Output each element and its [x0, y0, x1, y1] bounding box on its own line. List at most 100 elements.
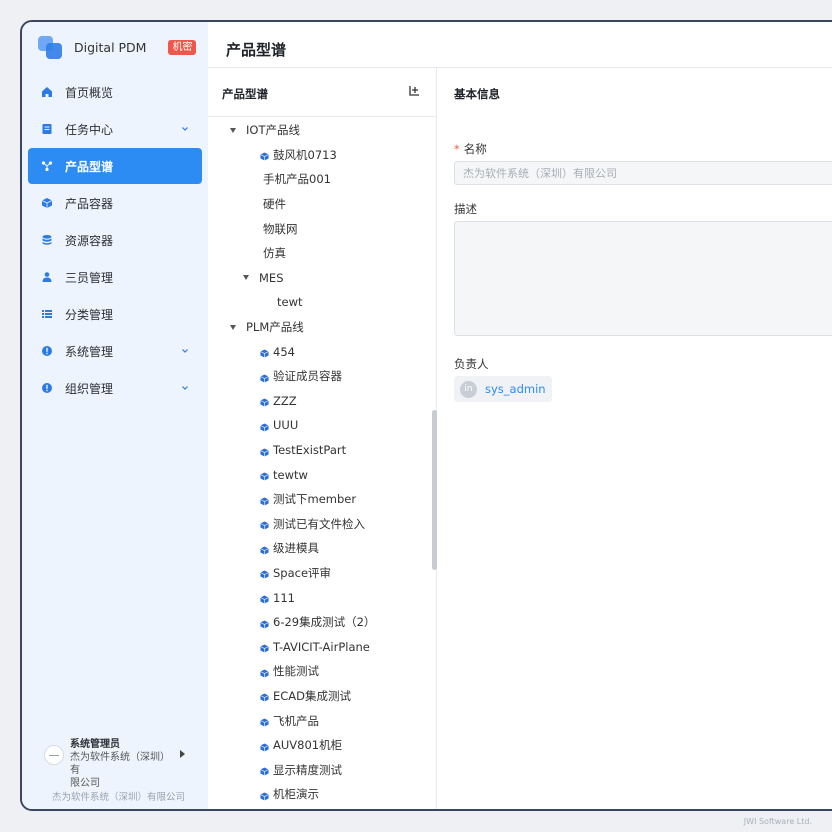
- sidebar-item-5[interactable]: 三员管理: [28, 259, 202, 295]
- chevron-down-icon[interactable]: [180, 345, 190, 355]
- sidebar-item-1[interactable]: 任务中心: [28, 111, 202, 147]
- sidebar-item-label: 首页概览: [65, 85, 114, 100]
- tree-node[interactable]: tewtw: [208, 462, 432, 487]
- sidebar-item-2[interactable]: 产品型谱: [28, 148, 202, 184]
- tree-node[interactable]: 测试已有文件检入: [208, 512, 432, 537]
- required-mark: *: [454, 142, 460, 156]
- tree-node[interactable]: TestExistPart: [208, 438, 432, 463]
- database-icon: [41, 234, 53, 246]
- info-icon: [41, 382, 53, 394]
- product-spectrum-icon: [41, 160, 53, 172]
- tree-node[interactable]: 仿真: [208, 241, 432, 266]
- sidebar-item-label: 任务中心: [65, 122, 114, 137]
- tree-node[interactable]: MES: [208, 266, 432, 291]
- tree-node[interactable]: 鼓风机0713: [208, 143, 432, 168]
- cube-icon: [260, 544, 269, 555]
- tree-node[interactable]: 硬件: [208, 192, 432, 217]
- tree-node[interactable]: 性能测试: [208, 659, 432, 684]
- add-node-icon[interactable]: [407, 84, 421, 98]
- caret-down-icon[interactable]: [230, 324, 236, 330]
- tree-node[interactable]: PLM产品线: [208, 315, 432, 340]
- tree-node-label: 454: [273, 344, 295, 359]
- tree-node[interactable]: AUV801机柜: [208, 733, 432, 758]
- cube-icon: [260, 446, 269, 457]
- tree-node[interactable]: 手机产品001: [208, 167, 432, 192]
- sidebar-item-label: 组织管理: [65, 381, 114, 396]
- user-company: 杰为软件系统（深圳）有: [70, 752, 170, 776]
- tree-node[interactable]: 验证成员容器: [208, 364, 432, 389]
- cube-icon: [260, 716, 269, 727]
- tree-node-label: 111: [273, 590, 295, 605]
- description-field[interactable]: [454, 221, 832, 336]
- info-panel-title: 基本信息: [454, 87, 500, 101]
- tree-node-label: TestExistPart: [273, 443, 347, 458]
- caret-right-icon[interactable]: [180, 750, 185, 758]
- tree-node[interactable]: tewt: [208, 290, 432, 315]
- sidebar-item-6[interactable]: 分类管理: [28, 296, 202, 332]
- cube-icon: [260, 347, 269, 358]
- sidebar-item-label: 分类管理: [65, 307, 114, 322]
- tree-node[interactable]: 级进模具: [208, 536, 432, 561]
- tree-node-label: 物联网: [263, 221, 298, 236]
- sidebar-nav: 首页概览任务中心产品型谱产品容器资源容器三员管理分类管理系统管理组织管理: [22, 74, 208, 406]
- caret-down-icon[interactable]: [243, 275, 249, 281]
- cube-icon: [260, 765, 269, 776]
- brand: Digital PDM 机密: [22, 22, 208, 72]
- owner-label: 负责人: [454, 357, 489, 371]
- tree-node-label: T-AVICIT-AirPlane: [273, 639, 370, 654]
- name-field[interactable]: [454, 161, 832, 185]
- tree-node[interactable]: 测试下member: [208, 487, 432, 512]
- owner-name[interactable]: sys_admin: [485, 382, 546, 396]
- avatar: [44, 745, 64, 765]
- user-profile[interactable]: 系统管理员 杰为软件系统（深圳）有 限公司: [44, 738, 194, 790]
- sidebar-item-label: 系统管理: [65, 344, 114, 359]
- tree-node-label: 测试已有文件检入: [273, 516, 365, 531]
- user-name: 系统管理员: [70, 739, 120, 750]
- sidebar-item-4[interactable]: 资源容器: [28, 222, 202, 258]
- main-content: 产品型谱 产品型谱 IOT产品线 鼓风机0713 手机产品001 硬件 物联网 仿真 MES…: [208, 22, 832, 809]
- sidebar-item-7[interactable]: 系统管理: [28, 333, 202, 369]
- list-icon: [41, 308, 53, 320]
- info-panel: 基本信息 *名称 描述 负责人 in sys_admin: [438, 68, 832, 809]
- name-label: * 名称: [454, 142, 487, 156]
- tree-node-label: Space评审: [273, 565, 332, 580]
- cube-icon: [260, 372, 269, 383]
- tree-node-label: PLM产品线: [246, 320, 304, 335]
- caret-down-icon[interactable]: [230, 127, 236, 133]
- sidebar-item-label: 产品型谱: [65, 159, 114, 174]
- cube-icon: [260, 421, 269, 432]
- tree-node[interactable]: ZZZ: [208, 389, 432, 414]
- chevron-down-icon[interactable]: [180, 382, 190, 392]
- sidebar-item-0[interactable]: 首页概览: [28, 74, 202, 110]
- sidebar-item-3[interactable]: 产品容器: [28, 185, 202, 221]
- tree-node[interactable]: 显示精度测试: [208, 757, 432, 782]
- app-window: Digital PDM 机密 首页概览任务中心产品型谱产品容器资源容器三员管理分…: [20, 20, 832, 811]
- owner-chip[interactable]: in sys_admin: [454, 376, 552, 402]
- tree-node[interactable]: UUU: [208, 413, 432, 438]
- tree-node-label: 飞机产品: [273, 713, 319, 728]
- cube-icon: [260, 396, 269, 407]
- tree-node-label: 性能测试: [273, 664, 319, 679]
- tree-node[interactable]: ECAD集成测试: [208, 684, 432, 709]
- tree-node[interactable]: 6-29集成测试（2）: [208, 610, 432, 635]
- tree-node[interactable]: 111: [208, 585, 432, 610]
- owner-avatar: in: [460, 380, 477, 398]
- desc-label: 描述: [454, 202, 477, 216]
- sidebar-item-8[interactable]: 组织管理: [28, 370, 202, 406]
- tree-node-label: tewt: [277, 295, 303, 310]
- tree-node-label: 测试下member: [273, 492, 357, 507]
- tree-node[interactable]: 机柜演示: [208, 782, 432, 807]
- vertical-scrollbar[interactable]: [432, 410, 437, 570]
- tree-node[interactable]: Space评审: [208, 561, 432, 586]
- chevron-down-icon[interactable]: [180, 123, 190, 133]
- tree-node[interactable]: 454: [208, 339, 432, 364]
- tree-node[interactable]: T-AVICIT-AirPlane: [208, 634, 432, 659]
- tree-node-label: MES: [259, 270, 284, 285]
- watermark: JWI Software Ltd.: [743, 817, 812, 826]
- tree-node[interactable]: 物联网: [208, 216, 432, 241]
- tree-node-label: ZZZ: [273, 393, 297, 408]
- cube-icon: [260, 790, 269, 801]
- tree-node[interactable]: 飞机产品: [208, 708, 432, 733]
- tree-node[interactable]: IOT产品线: [208, 118, 432, 143]
- sidebar-item-label: 资源容器: [65, 233, 114, 248]
